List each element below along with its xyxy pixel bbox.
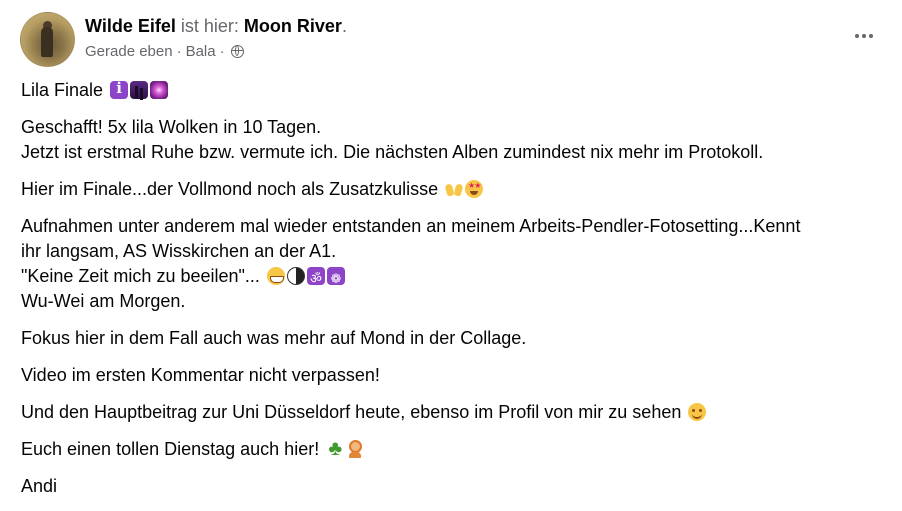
post-card: Wilde Eifel ist hier: Moon River. Gerade…: [0, 0, 902, 511]
post-body: Lila Finale Geschafft! 5x lila Wolken in…: [21, 78, 891, 499]
globe-icon[interactable]: [230, 45, 244, 58]
author-line: Wilde Eifel ist hier: Moon River.: [85, 16, 347, 37]
status-suffix: .: [341, 16, 347, 36]
meta-separator: ·: [176, 43, 182, 60]
wheel-of-dharma-emoji: [326, 266, 345, 291]
post-text: Jetzt ist erstmal Ruhe bzw. vermute ich.…: [21, 142, 764, 162]
galaxy-emoji: [150, 81, 169, 99]
night-scene-emoji: [130, 81, 149, 99]
paragraph-1: Lila Finale: [21, 78, 891, 103]
paragraph-3: Hier im Finale...der Vollmond noch als Z…: [21, 177, 891, 202]
paragraph-2: Geschafft! 5x lila Wolken in 10 Tagen. J…: [21, 115, 891, 165]
post-text: Hier im Finale...der Vollmond noch als Z…: [21, 179, 439, 199]
star-struck-emoji: [465, 180, 484, 198]
four-leaf-clover-emoji: [326, 436, 344, 461]
post-text-line: "Keine Zeit mich zu beeilen"...: [21, 264, 891, 291]
post-text: Geschafft! 5x lila Wolken in 10 Tagen.: [21, 117, 322, 137]
smiling-face-emoji: [688, 403, 707, 421]
post-text: Lila Finale: [21, 80, 104, 100]
meta-separator-2: ·: [219, 43, 225, 60]
post-place[interactable]: Bala: [186, 43, 216, 60]
yin-yang-emoji: [286, 267, 305, 285]
post-signature: Andi: [21, 476, 58, 496]
om-emoji: [306, 266, 325, 291]
more-options-icon[interactable]: [846, 18, 882, 54]
person-raising-hand-emoji: [346, 440, 364, 458]
information-emoji: [110, 79, 129, 99]
author-avatar[interactable]: [20, 12, 75, 67]
post-text: Video im ersten Kommentar nicht verpasse…: [21, 365, 380, 385]
post-text: Euch einen tollen Dienstag auch hier!: [21, 439, 320, 459]
post-text: Fokus hier in dem Fall auch was mehr auf…: [21, 328, 527, 348]
post-meta: Gerade eben · Bala ·: [85, 43, 244, 60]
post-text: "Keine Zeit mich zu beeilen"...: [21, 266, 260, 286]
paragraph-9: Andi: [21, 474, 891, 499]
status-prefix: ist hier:: [180, 16, 239, 36]
paragraph-4: Aufnahmen unter anderem mal wieder entst…: [21, 214, 891, 314]
post-header: Wilde Eifel ist hier: Moon River. Gerade…: [20, 12, 882, 68]
location-link[interactable]: Moon River: [244, 16, 342, 36]
post-text: Und den Hauptbeitrag zur Uni Düsseldorf …: [21, 402, 682, 422]
post-text: ihr langsam, AS Wisskirchen an der A1.: [21, 241, 337, 261]
post-text: Aufnahmen unter anderem mal wieder entst…: [21, 216, 801, 236]
paragraph-6: Video im ersten Kommentar nicht verpasse…: [21, 363, 891, 388]
post-text: Wu-Wei am Morgen.: [21, 291, 186, 311]
paragraph-8: Euch einen tollen Dienstag auch hier!: [21, 436, 891, 462]
author-name[interactable]: Wilde Eifel: [85, 16, 176, 36]
paragraph-5: Fokus hier in dem Fall auch was mehr auf…: [21, 326, 891, 351]
avatar-figure: [41, 27, 53, 57]
grinning-emoji: [266, 267, 285, 285]
post-timestamp[interactable]: Gerade eben: [85, 43, 173, 60]
paragraph-7: Und den Hauptbeitrag zur Uni Düsseldorf …: [21, 400, 891, 425]
raising-hands-emoji: [445, 180, 463, 198]
